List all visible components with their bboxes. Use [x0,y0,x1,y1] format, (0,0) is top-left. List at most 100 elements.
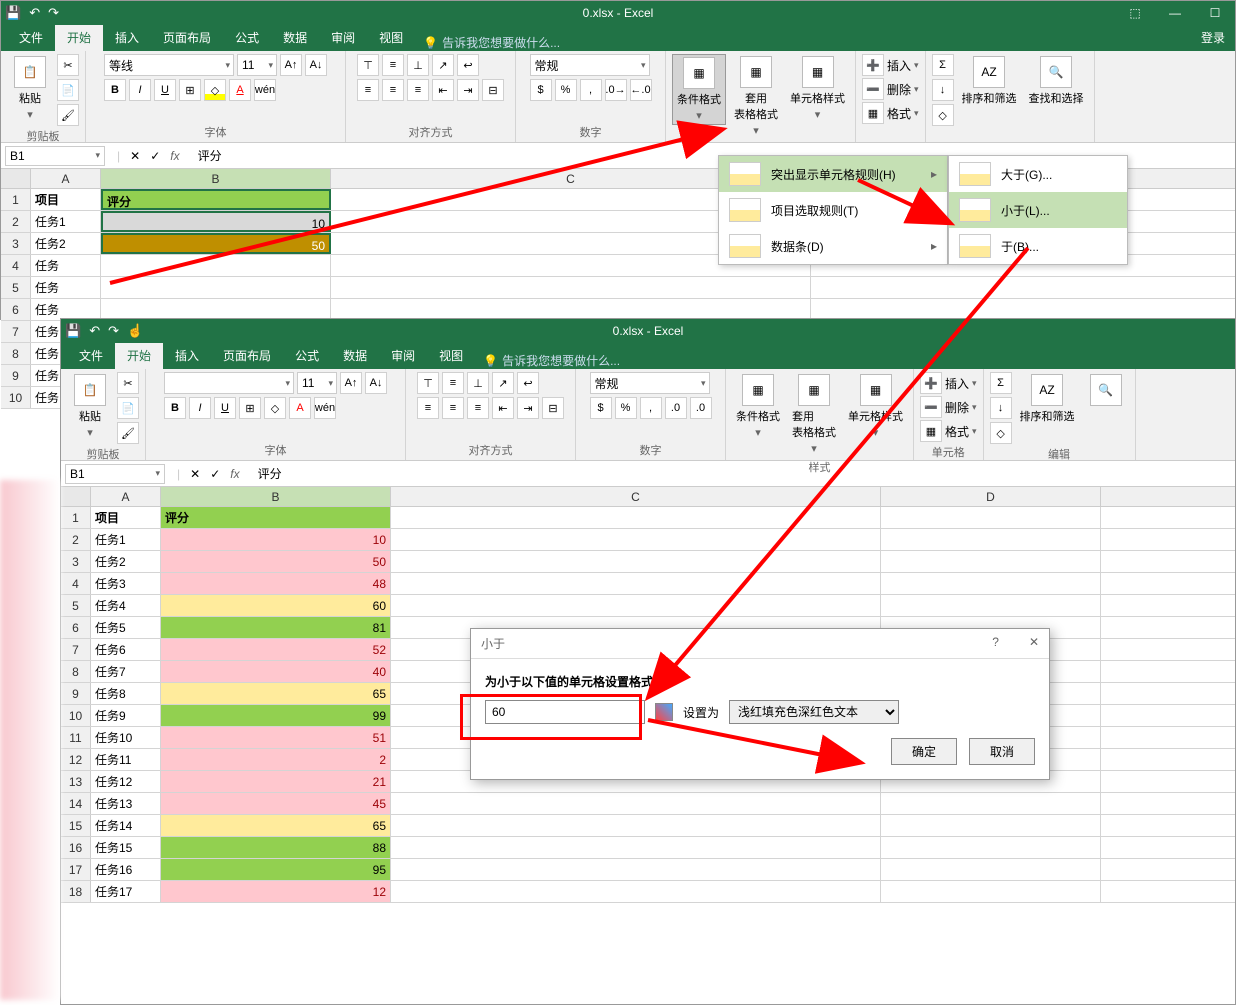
cut-icon[interactable]: ✂ [57,54,79,76]
cell-styles-button[interactable]: ▦单元格样式▾ [786,54,849,123]
currency-icon[interactable]: $ [530,79,552,101]
comma-icon[interactable]: , [580,79,602,101]
align-left-icon[interactable]: ≡ [357,79,379,101]
underline-button[interactable]: U [154,79,176,101]
font-color-button[interactable]: A [229,79,251,101]
tab-review[interactable]: 审阅 [319,24,367,51]
close-icon[interactable]: ✕ [1029,635,1039,649]
cell-styles-button[interactable]: ▦单元格样式▾ [844,372,907,441]
indent-dec-icon[interactable]: ⇤ [432,79,454,101]
merge-icon[interactable]: ⊟ [482,79,504,101]
tab-view[interactable]: 视图 [367,24,415,51]
tell-me[interactable]: 💡告诉我您想要做什么... [423,34,560,51]
format-painter-icon[interactable]: 🖌 [117,422,139,444]
format-as-table-button[interactable]: ▦套用 表格格式▾ [788,372,840,457]
increase-font-icon[interactable]: A↑ [280,54,302,76]
tab-formula[interactable]: 公式 [223,24,271,51]
insert-cells-button[interactable]: ➕插入▾ [920,372,977,394]
menu-between[interactable]: 于(B)... [949,228,1127,264]
clear-icon[interactable]: ◇ [932,104,954,126]
redo-icon[interactable]: ↷ [108,323,119,339]
undo-icon[interactable]: ↶ [89,323,100,339]
indent-inc-icon[interactable]: ⇥ [457,79,479,101]
find-select-button[interactable]: 🔍 [1083,372,1129,408]
format-as-table-button[interactable]: ▦套用 表格格式▾ [730,54,782,139]
autosum-icon[interactable]: Σ [932,54,954,76]
format-cells-button[interactable]: ▦格式▾ [920,420,977,442]
minimize-icon[interactable]: — [1155,1,1195,25]
insert-cells-button[interactable]: ➕插入▾ [862,54,919,76]
wrap-text-icon[interactable]: ↩ [457,54,479,76]
save-icon[interactable]: 💾 [5,5,21,21]
tell-me[interactable]: 💡告诉我您想要做什么... [483,352,620,369]
tab-home[interactable]: 开始 [55,24,103,51]
cancel-button[interactable]: 取消 [969,738,1035,765]
touch-mode-icon[interactable]: ☝ [127,323,143,339]
font-size-combo[interactable]: 11 [237,54,277,76]
italic-button[interactable]: I [189,397,211,419]
align-right-icon[interactable]: ≡ [407,79,429,101]
decrease-font-icon[interactable]: A↓ [365,372,387,394]
italic-button[interactable]: I [129,79,151,101]
number-format-combo[interactable]: 常规 [530,54,650,76]
tab-layout[interactable]: 页面布局 [151,24,223,51]
name-box[interactable]: B1▾ [5,146,105,166]
font-name-combo[interactable] [164,372,294,394]
number-format-combo[interactable]: 常规 [590,372,710,394]
decrease-font-icon[interactable]: A↓ [305,54,327,76]
fill-color-button[interactable]: ◇ [204,79,226,101]
align-top-icon[interactable]: ⊤ [357,54,379,76]
dec-decimal-icon[interactable]: ←.0 [630,79,652,101]
format-painter-icon[interactable]: 🖌 [57,104,79,126]
copy-icon[interactable]: 📄 [117,397,139,419]
ok-button[interactable]: 确定 [891,738,957,765]
fill-color-button[interactable]: ◇ [264,397,286,419]
bold-button[interactable]: B [104,79,126,101]
delete-cells-button[interactable]: ➖删除▾ [920,396,977,418]
menu-data-bars[interactable]: 数据条(D)▸ [719,228,947,264]
tab-view[interactable]: 视图 [427,342,475,369]
fill-icon[interactable]: ↓ [932,79,954,101]
login-link[interactable]: 登录 [1191,24,1235,51]
tab-layout[interactable]: 页面布局 [211,342,283,369]
conditional-format-button[interactable]: ▦条件格式▾ [672,54,726,125]
align-center-icon[interactable]: ≡ [382,79,404,101]
redo-icon[interactable]: ↷ [48,5,59,21]
save-icon[interactable]: 💾 [65,323,81,339]
align-middle-icon[interactable]: ≡ [382,54,404,76]
delete-cells-button[interactable]: ➖删除▾ [862,78,919,100]
inc-decimal-icon[interactable]: .0→ [605,79,627,101]
find-select-button[interactable]: 🔍查找和选择 [1025,54,1088,108]
align-bottom-icon[interactable]: ⊥ [407,54,429,76]
format-cells-button[interactable]: ▦格式▾ [862,102,919,124]
threshold-input[interactable] [485,700,645,724]
conditional-format-button[interactable]: ▦条件格式▾ [732,372,784,441]
bold-button[interactable]: B [164,397,186,419]
tab-file[interactable]: 文件 [7,24,55,51]
name-box[interactable]: B1▾ [65,464,165,484]
ribbon-options-icon[interactable]: ⬚ [1115,1,1155,25]
paste-button[interactable]: 📋粘贴▾ [67,372,113,441]
tab-home[interactable]: 开始 [115,342,163,369]
tab-insert[interactable]: 插入 [103,24,151,51]
phonetic-button[interactable]: wén [314,397,336,419]
sort-filter-button[interactable]: AZ排序和筛选 [958,54,1021,108]
phonetic-button[interactable]: wén [254,79,276,101]
border-button[interactable]: ⊞ [239,397,261,419]
menu-less-than[interactable]: 小于(L)... [949,192,1127,228]
tab-insert[interactable]: 插入 [163,342,211,369]
sort-filter-button[interactable]: AZ排序和筛选 [1016,372,1079,426]
cut-icon[interactable]: ✂ [117,372,139,394]
formula-bar[interactable]: |✕✓ fx 评分 [165,465,1235,482]
help-icon[interactable]: ? [992,635,999,649]
undo-icon[interactable]: ↶ [29,5,40,21]
percent-icon[interactable]: % [555,79,577,101]
tab-data[interactable]: 数据 [271,24,319,51]
increase-font-icon[interactable]: A↑ [340,372,362,394]
copy-icon[interactable]: 📄 [57,79,79,101]
menu-top-bottom-rules[interactable]: 项目选取规则(T)▸ [719,192,947,228]
tab-file[interactable]: 文件 [67,342,115,369]
paste-button[interactable]: 📋粘贴▾ [7,54,53,123]
tab-formula[interactable]: 公式 [283,342,331,369]
menu-highlight-rules[interactable]: 突出显示单元格规则(H)▸ [719,156,947,192]
